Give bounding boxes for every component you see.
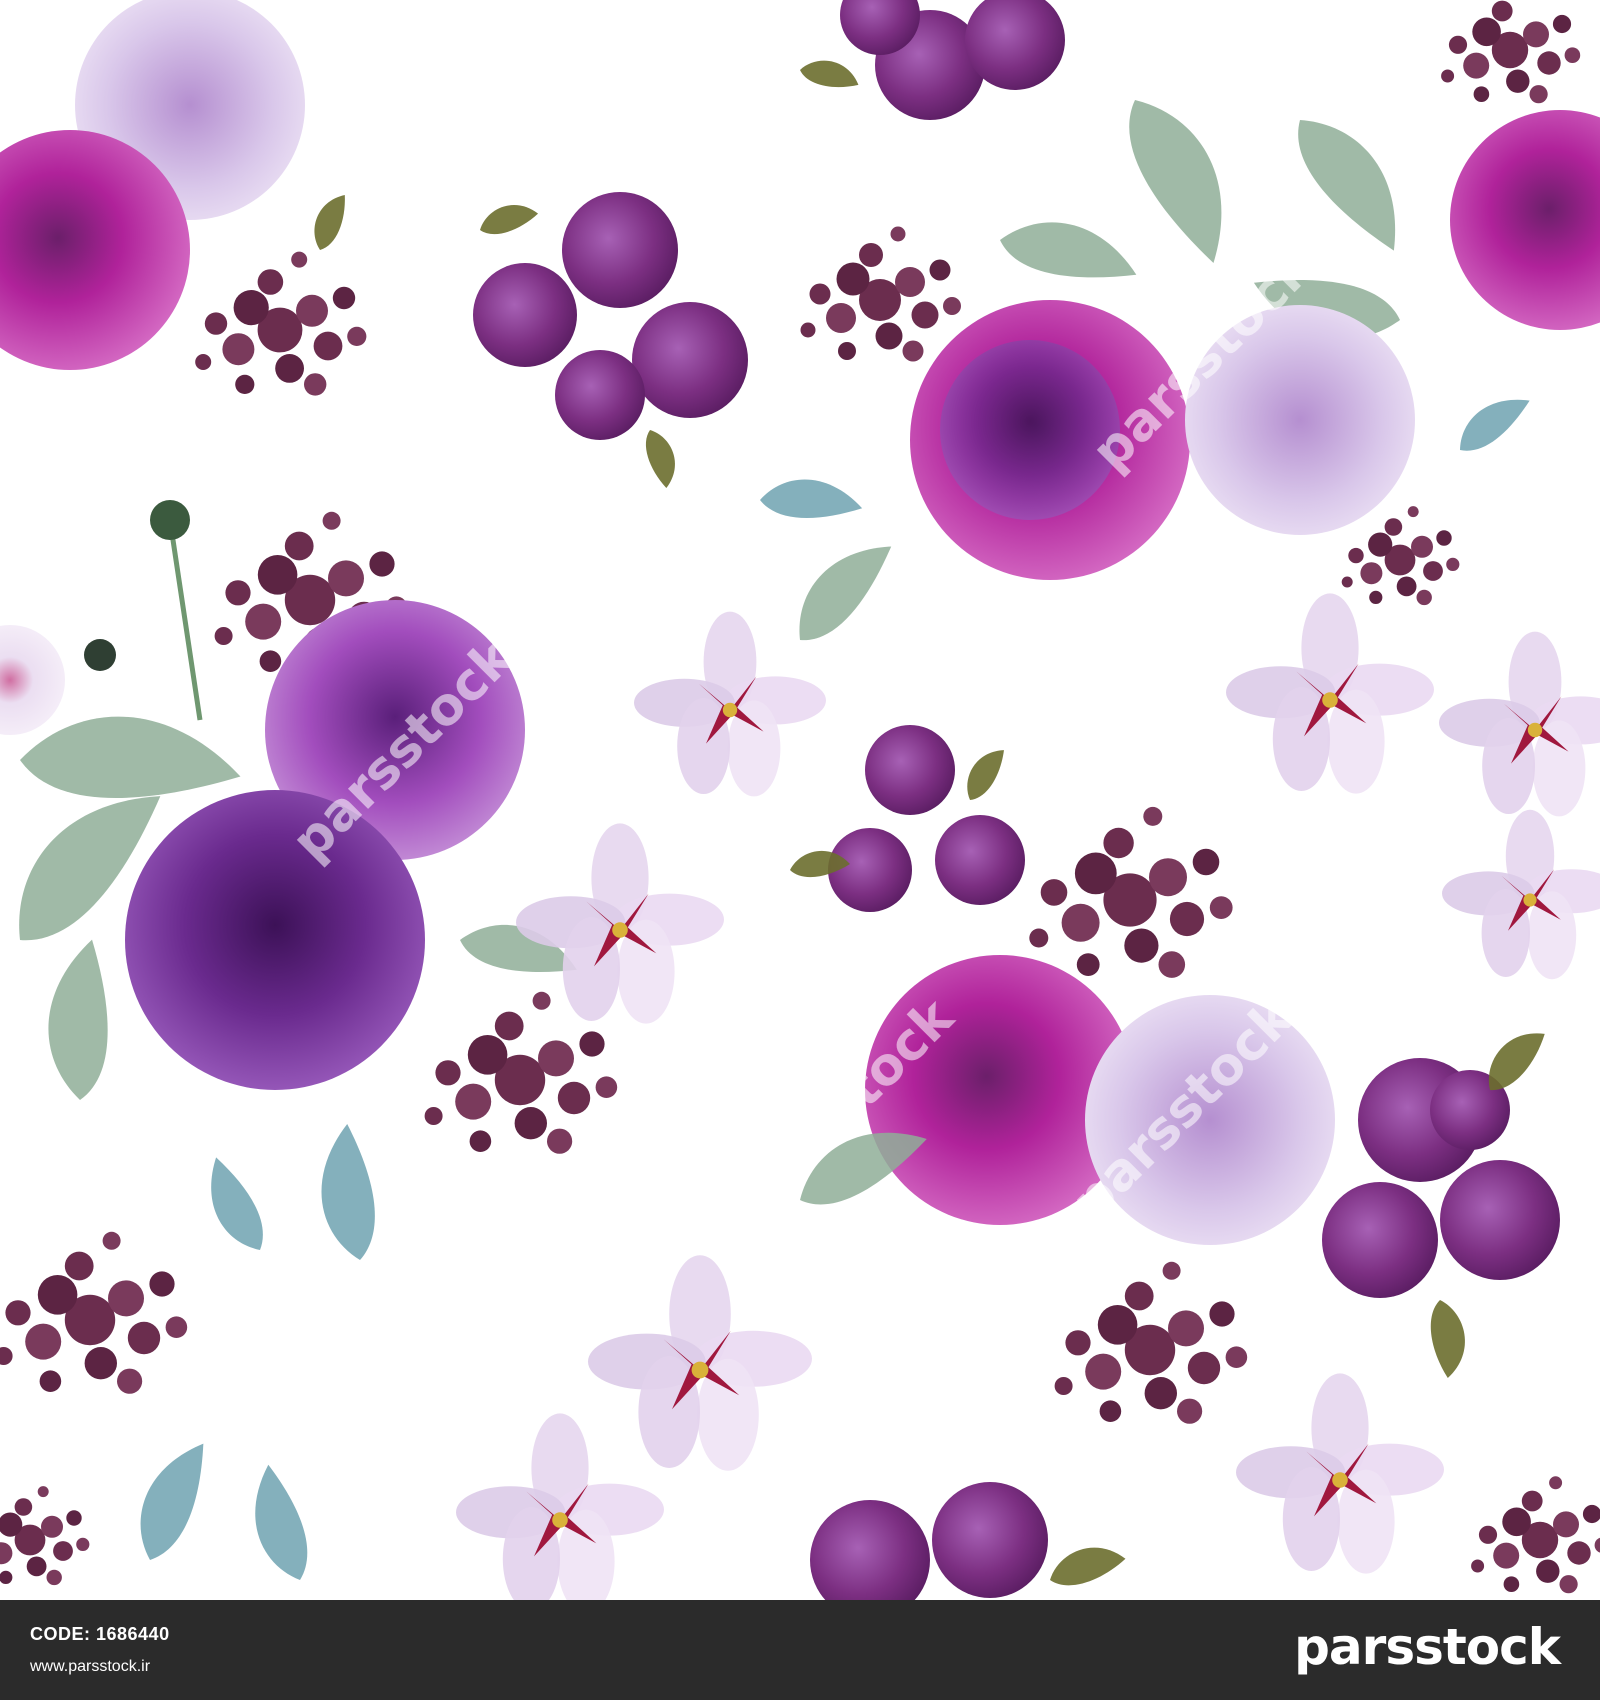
floral-pattern (0, 0, 1600, 1600)
image-code: CODE: 1686440 (30, 1624, 170, 1644)
site-url[interactable]: www.parsstock.ir (30, 1658, 150, 1676)
brand-logo: parsstock (1294, 1618, 1561, 1676)
footer-bar: CODE: 1686440 www.parsstock.ir parsstock (0, 1600, 1600, 1700)
